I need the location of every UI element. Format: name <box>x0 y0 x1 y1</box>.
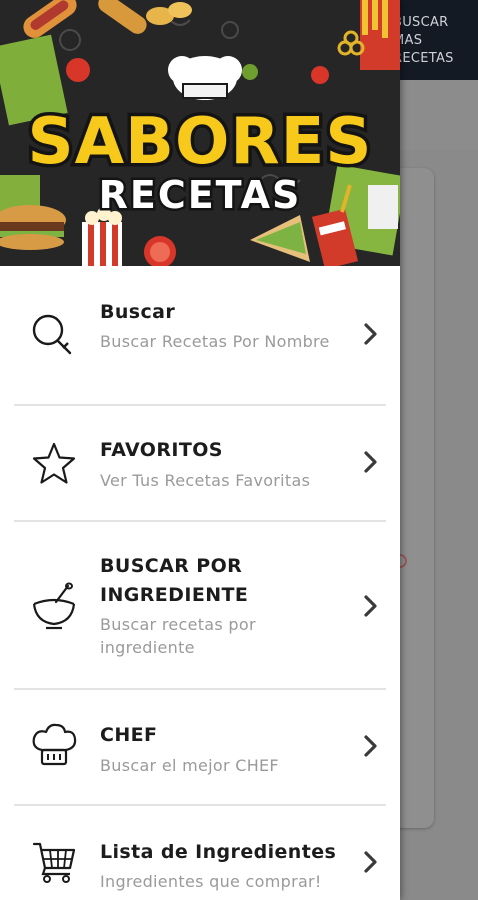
menu-item-subtitle: Ver Tus Recetas Favoritas <box>100 471 311 490</box>
navigation-drawer: SABORES RECETAS Buscar Buscar Recetas Po… <box>0 0 400 900</box>
star-icon <box>28 438 80 490</box>
menu-item-title-line1: BUSCAR POR <box>100 555 243 577</box>
menu-item-subtitle: Buscar Recetas Por Nombre <box>100 332 330 351</box>
menu-item-lista-de-ingredientes[interactable]: Lista de Ingredientes Ingredientes que c… <box>0 806 400 900</box>
menu-item-title: FAVORITOS <box>100 439 223 461</box>
chef-hat-icon <box>28 720 80 772</box>
chevron-right-icon <box>358 594 382 618</box>
logo-title: SABORES <box>28 105 373 179</box>
action-label-line3: RECETAS <box>393 51 454 66</box>
action-label-line2: MAS <box>393 33 423 48</box>
menu-item-favoritos[interactable]: FAVORITOS Ver Tus Recetas Favoritas <box>0 406 400 520</box>
drawer-header-image: SABORES RECETAS <box>0 0 400 266</box>
action-label-line1: BUSCAR <box>393 15 449 30</box>
buscar-mas-recetas-button[interactable]: BUSCAR MAS RECETAS <box>393 14 478 68</box>
menu-item-title: CHEF <box>100 724 158 746</box>
menu-item-subtitle-line1: Buscar recetas por <box>100 615 256 634</box>
chevron-right-icon <box>358 850 382 874</box>
chevron-right-icon <box>358 322 382 346</box>
food-collage-illustration: SABORES RECETAS <box>0 0 400 266</box>
menu-item-buscar[interactable]: Buscar Buscar Recetas Por Nombre <box>0 266 400 404</box>
menu-item-title-line2: INGREDIENTE <box>100 584 249 606</box>
logo-subtitle: RECETAS <box>99 173 302 217</box>
menu-item-title: Buscar <box>100 301 176 323</box>
search-icon <box>28 308 80 360</box>
menu-item-subtitle: Ingredientes que comprar! <box>100 872 322 891</box>
chevron-right-icon <box>358 734 382 758</box>
menu-item-title: Lista de Ingredientes <box>100 841 337 863</box>
menu-item-subtitle: Buscar el mejor CHEF <box>100 756 279 775</box>
menu-item-subtitle-line2: ingrediente <box>100 638 195 657</box>
cart-icon <box>28 836 80 888</box>
menu-item-chef[interactable]: CHEF Buscar el mejor CHEF <box>0 690 400 804</box>
mortar-bowl-icon <box>28 580 80 632</box>
chevron-right-icon <box>358 450 382 474</box>
menu-item-buscar-por-ingrediente[interactable]: BUSCAR POR INGREDIENTE Buscar recetas po… <box>0 522 400 688</box>
